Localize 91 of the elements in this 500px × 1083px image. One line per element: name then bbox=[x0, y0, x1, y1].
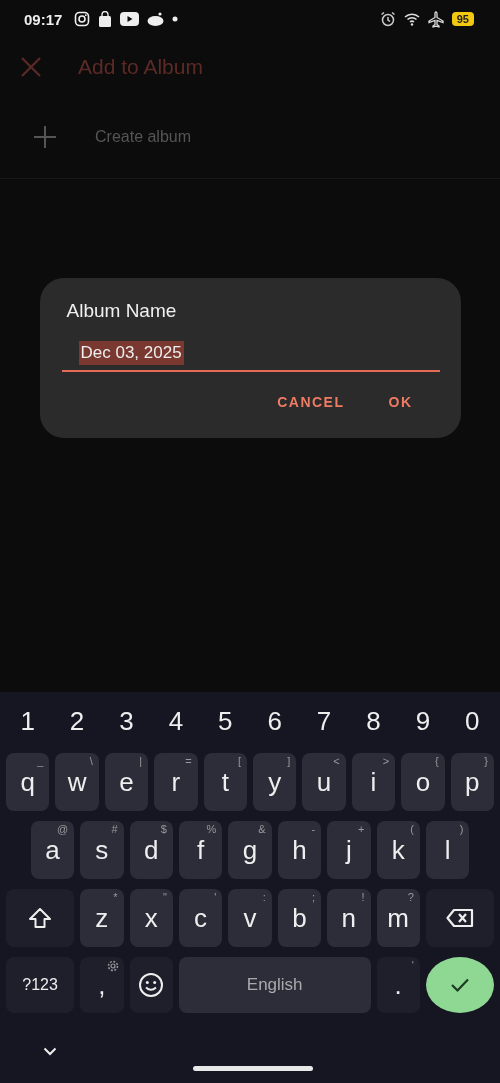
key-hint: _ bbox=[37, 755, 44, 767]
key-hint: + bbox=[358, 823, 365, 835]
key[interactable]: w \ bbox=[55, 753, 99, 811]
smiley-icon bbox=[138, 972, 165, 998]
number-key[interactable]: 9 bbox=[398, 705, 448, 737]
number-key[interactable]: 0 bbox=[447, 705, 497, 737]
space-bar[interactable]: English bbox=[178, 957, 371, 1013]
key[interactable]: b ; bbox=[277, 889, 322, 947]
number-key[interactable]: 8 bbox=[348, 705, 399, 737]
key[interactable]: v : bbox=[228, 889, 272, 947]
key-hint: | bbox=[139, 755, 143, 767]
key-hint: { bbox=[434, 755, 439, 767]
cancel-button[interactable]: CANCEL bbox=[269, 386, 353, 418]
battery-level: 95 bbox=[451, 12, 474, 26]
key[interactable]: i > bbox=[351, 753, 396, 811]
number-key[interactable]: 2 bbox=[52, 705, 102, 737]
clock: 09:17 bbox=[24, 10, 63, 28]
number-key[interactable]: 5 bbox=[200, 705, 250, 737]
key-hint: & bbox=[258, 823, 266, 835]
key-hint: ; bbox=[312, 891, 316, 903]
key[interactable]: r = bbox=[154, 753, 198, 811]
settings-icon bbox=[105, 959, 120, 973]
airplane-icon bbox=[427, 10, 444, 28]
plus-icon[interactable] bbox=[33, 125, 57, 149]
key-hint: % bbox=[206, 823, 217, 835]
key-hint: # bbox=[111, 823, 118, 835]
check-icon bbox=[449, 977, 470, 993]
key[interactable]: q _ bbox=[6, 753, 50, 811]
key-hint: ! bbox=[361, 891, 365, 903]
chevron-down-icon[interactable] bbox=[43, 1047, 57, 1056]
dialog-title: Album Name bbox=[65, 300, 178, 322]
key[interactable]: m ? bbox=[376, 889, 420, 947]
backspace-icon bbox=[445, 908, 474, 928]
album-name-field[interactable]: Dec 03, 2025 bbox=[61, 336, 440, 372]
emoji-key[interactable] bbox=[129, 957, 173, 1013]
key[interactable]: o { bbox=[401, 753, 445, 811]
key[interactable]: t [ bbox=[203, 753, 247, 811]
key-hint: ( bbox=[410, 823, 414, 835]
dot-icon bbox=[172, 16, 179, 22]
ok-button[interactable]: OK bbox=[380, 386, 421, 418]
number-key[interactable]: 6 bbox=[250, 705, 300, 737]
key[interactable]: e | bbox=[104, 753, 149, 811]
key[interactable]: s # bbox=[80, 821, 124, 879]
key[interactable]: z * bbox=[80, 889, 124, 947]
key[interactable]: a @ bbox=[30, 821, 75, 879]
key-hint: \ bbox=[89, 755, 93, 767]
key[interactable]: n ! bbox=[327, 889, 371, 947]
key[interactable]: y ] bbox=[253, 753, 297, 811]
key[interactable]: h - bbox=[277, 821, 322, 879]
key[interactable]: d $ bbox=[129, 821, 173, 879]
key[interactable]: c ' bbox=[178, 889, 223, 947]
comma-key[interactable]: , bbox=[80, 957, 124, 1013]
key-hint: ? bbox=[407, 891, 414, 903]
key-hint: ' bbox=[411, 959, 414, 971]
camera-icon bbox=[74, 11, 91, 27]
key-hint: - bbox=[311, 823, 316, 835]
key[interactable]: k ( bbox=[376, 821, 420, 879]
key[interactable]: g & bbox=[228, 821, 272, 879]
number-key[interactable]: 3 bbox=[101, 705, 152, 737]
key-hint: ) bbox=[459, 823, 464, 835]
key-hint: : bbox=[262, 891, 266, 903]
key-hint: @ bbox=[56, 823, 69, 835]
key-hint: < bbox=[333, 755, 340, 767]
key-hint: $ bbox=[160, 823, 167, 835]
key-hint: = bbox=[185, 755, 192, 767]
number-key[interactable]: 4 bbox=[151, 705, 201, 737]
number-key[interactable]: 1 bbox=[3, 705, 53, 737]
key[interactable]: l ) bbox=[425, 821, 470, 879]
key[interactable]: . ' bbox=[376, 957, 420, 1013]
key-hint: [ bbox=[237, 755, 241, 767]
key[interactable]: x " bbox=[129, 889, 173, 947]
key-hint: } bbox=[484, 755, 488, 767]
key[interactable]: f % bbox=[178, 821, 223, 879]
key-hint: ' bbox=[214, 891, 217, 903]
play-icon bbox=[120, 12, 140, 26]
number-key[interactable]: 7 bbox=[299, 705, 349, 737]
wifi-icon bbox=[403, 12, 420, 26]
key-hint: * bbox=[113, 891, 118, 903]
shift-icon bbox=[28, 907, 53, 929]
alarm-icon bbox=[379, 11, 396, 27]
key-hint: " bbox=[163, 891, 167, 903]
key[interactable]: u < bbox=[302, 753, 346, 811]
shift-key[interactable] bbox=[6, 889, 75, 947]
key-hint: > bbox=[382, 755, 390, 767]
key[interactable]: p } bbox=[450, 753, 494, 811]
screen-title: Add to Album bbox=[78, 55, 203, 79]
key[interactable]: j + bbox=[327, 821, 371, 879]
key-hint: ] bbox=[287, 755, 291, 767]
symbols-key[interactable]: ?123 bbox=[6, 957, 75, 1013]
backspace-key[interactable] bbox=[425, 889, 494, 947]
home-handle[interactable] bbox=[193, 1066, 313, 1071]
